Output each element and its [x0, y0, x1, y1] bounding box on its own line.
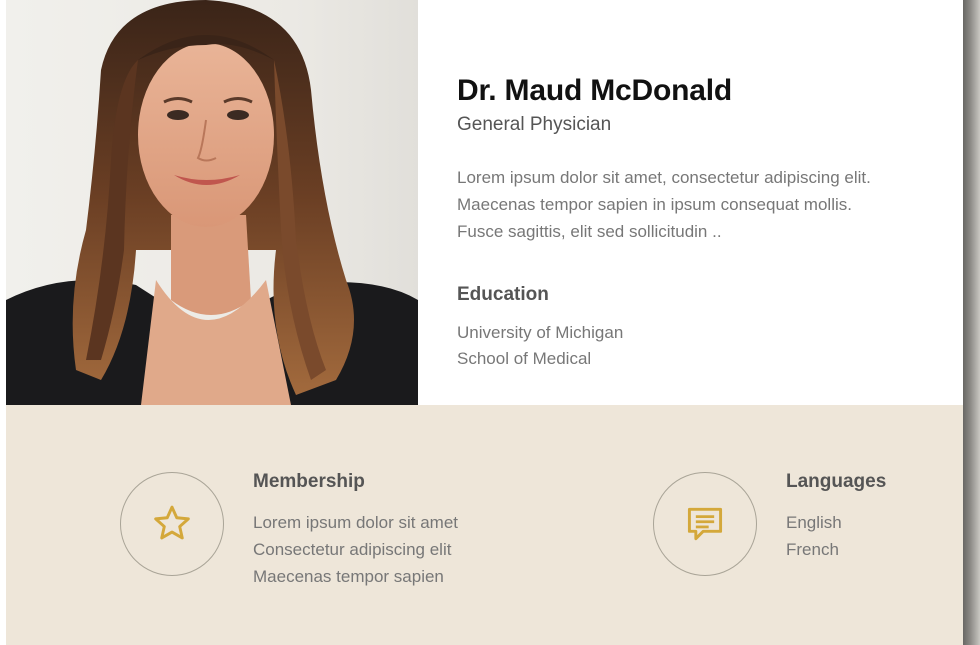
languages-list: English French — [786, 509, 842, 563]
membership-line: Maecenas tempor sapien — [253, 567, 444, 586]
doctor-profile-card: Dr. Maud McDonald General Physician Lore… — [6, 0, 963, 645]
details-section: Membership Lorem ipsum dolor sit amet Co… — [6, 405, 963, 645]
education-title: Education — [457, 284, 549, 305]
membership-line: Consectetur adipiscing elit — [253, 540, 452, 559]
membership-title: Membership — [253, 471, 365, 492]
education-line: School of Medical — [457, 349, 592, 368]
language-line: English — [786, 513, 842, 532]
language-line: French — [786, 540, 839, 559]
membership-icon-circle — [120, 472, 224, 576]
membership-list: Lorem ipsum dolor sit amet Consectetur a… — [253, 509, 458, 590]
chat-icon — [687, 507, 723, 541]
languages-icon-circle — [653, 472, 757, 576]
doctor-bio: Lorem ipsum dolor sit amet, consectetur … — [457, 168, 871, 241]
star-icon — [154, 505, 190, 540]
background-edge — [960, 0, 980, 645]
education-line: University of Michigan — [457, 323, 624, 342]
doctor-role: General Physician — [457, 114, 612, 135]
languages-title: Languages — [786, 471, 887, 492]
education-list: University of Michigan School of Medical — [457, 320, 897, 372]
profile-info: Dr. Maud McDonald General Physician Lore… — [457, 74, 897, 372]
doctor-photo — [6, 0, 418, 405]
doctor-name: Dr. Maud McDonald — [457, 74, 732, 107]
membership-line: Lorem ipsum dolor sit amet — [253, 513, 459, 532]
